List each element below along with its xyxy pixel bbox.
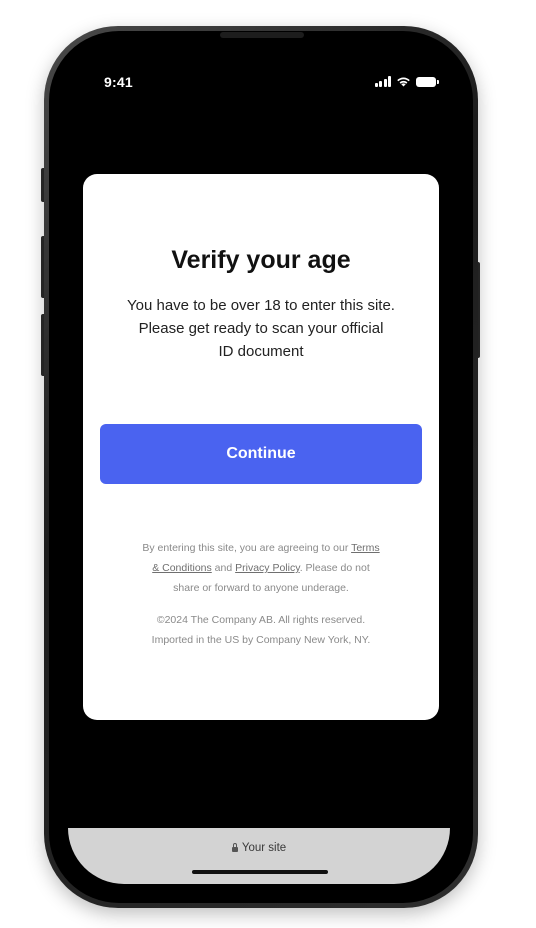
copyright-notice: ©2024 The Company AB. All rights reserve… — [103, 610, 419, 650]
lock-icon — [231, 843, 238, 852]
modal-title: Verify your age — [171, 246, 351, 274]
legal-text-and: and — [211, 562, 236, 574]
modal-description: You have to be over 18 to enter this sit… — [101, 294, 421, 363]
phone-frame: 9:41 Verify your age You have to be over… — [44, 26, 478, 908]
terms-link[interactable]: & Conditions — [152, 562, 212, 574]
cellular-signal-icon — [374, 76, 391, 87]
legal-line-2: & Conditions and Privacy Policy. Please … — [103, 558, 419, 578]
description-line: You have to be over 18 to enter this sit… — [127, 297, 395, 314]
privacy-policy-link[interactable]: Privacy Policy — [235, 562, 300, 574]
battery-icon — [416, 76, 439, 87]
age-verification-card: Verify your age You have to be over 18 t… — [83, 174, 439, 720]
legal-text-intro: By entering this site, you are agreeing … — [142, 542, 352, 554]
status-icons — [374, 76, 439, 87]
copyright-line: Imported in the US by Company New York, … — [151, 634, 371, 646]
legal-disclaimer: By entering this site, you are agreeing … — [103, 538, 419, 598]
description-line: Please get ready to scan your official — [138, 320, 384, 337]
legal-text-tail: . Please do not — [299, 562, 370, 574]
legal-line-3: share or forward to anyone underage. — [173, 582, 349, 594]
wifi-icon — [397, 77, 410, 87]
copyright-line: ©2024 The Company AB. All rights reserve… — [156, 614, 366, 626]
home-indicator[interactable] — [192, 870, 328, 874]
phone-screen: 9:41 Verify your age You have to be over… — [68, 50, 450, 884]
status-time: 9:41 — [104, 74, 133, 90]
speaker-grille — [220, 32, 304, 38]
description-line: ID document — [218, 343, 304, 360]
continue-button[interactable]: Continue — [100, 424, 422, 484]
url-text: Your site — [241, 842, 287, 854]
url-field[interactable]: Your site — [68, 842, 450, 854]
page: 9:41 Verify your age You have to be over… — [0, 0, 536, 928]
browser-address-bar[interactable]: Your site — [68, 828, 450, 884]
terms-link[interactable]: Terms — [351, 542, 380, 554]
legal-line-1: By entering this site, you are agreeing … — [103, 538, 419, 558]
